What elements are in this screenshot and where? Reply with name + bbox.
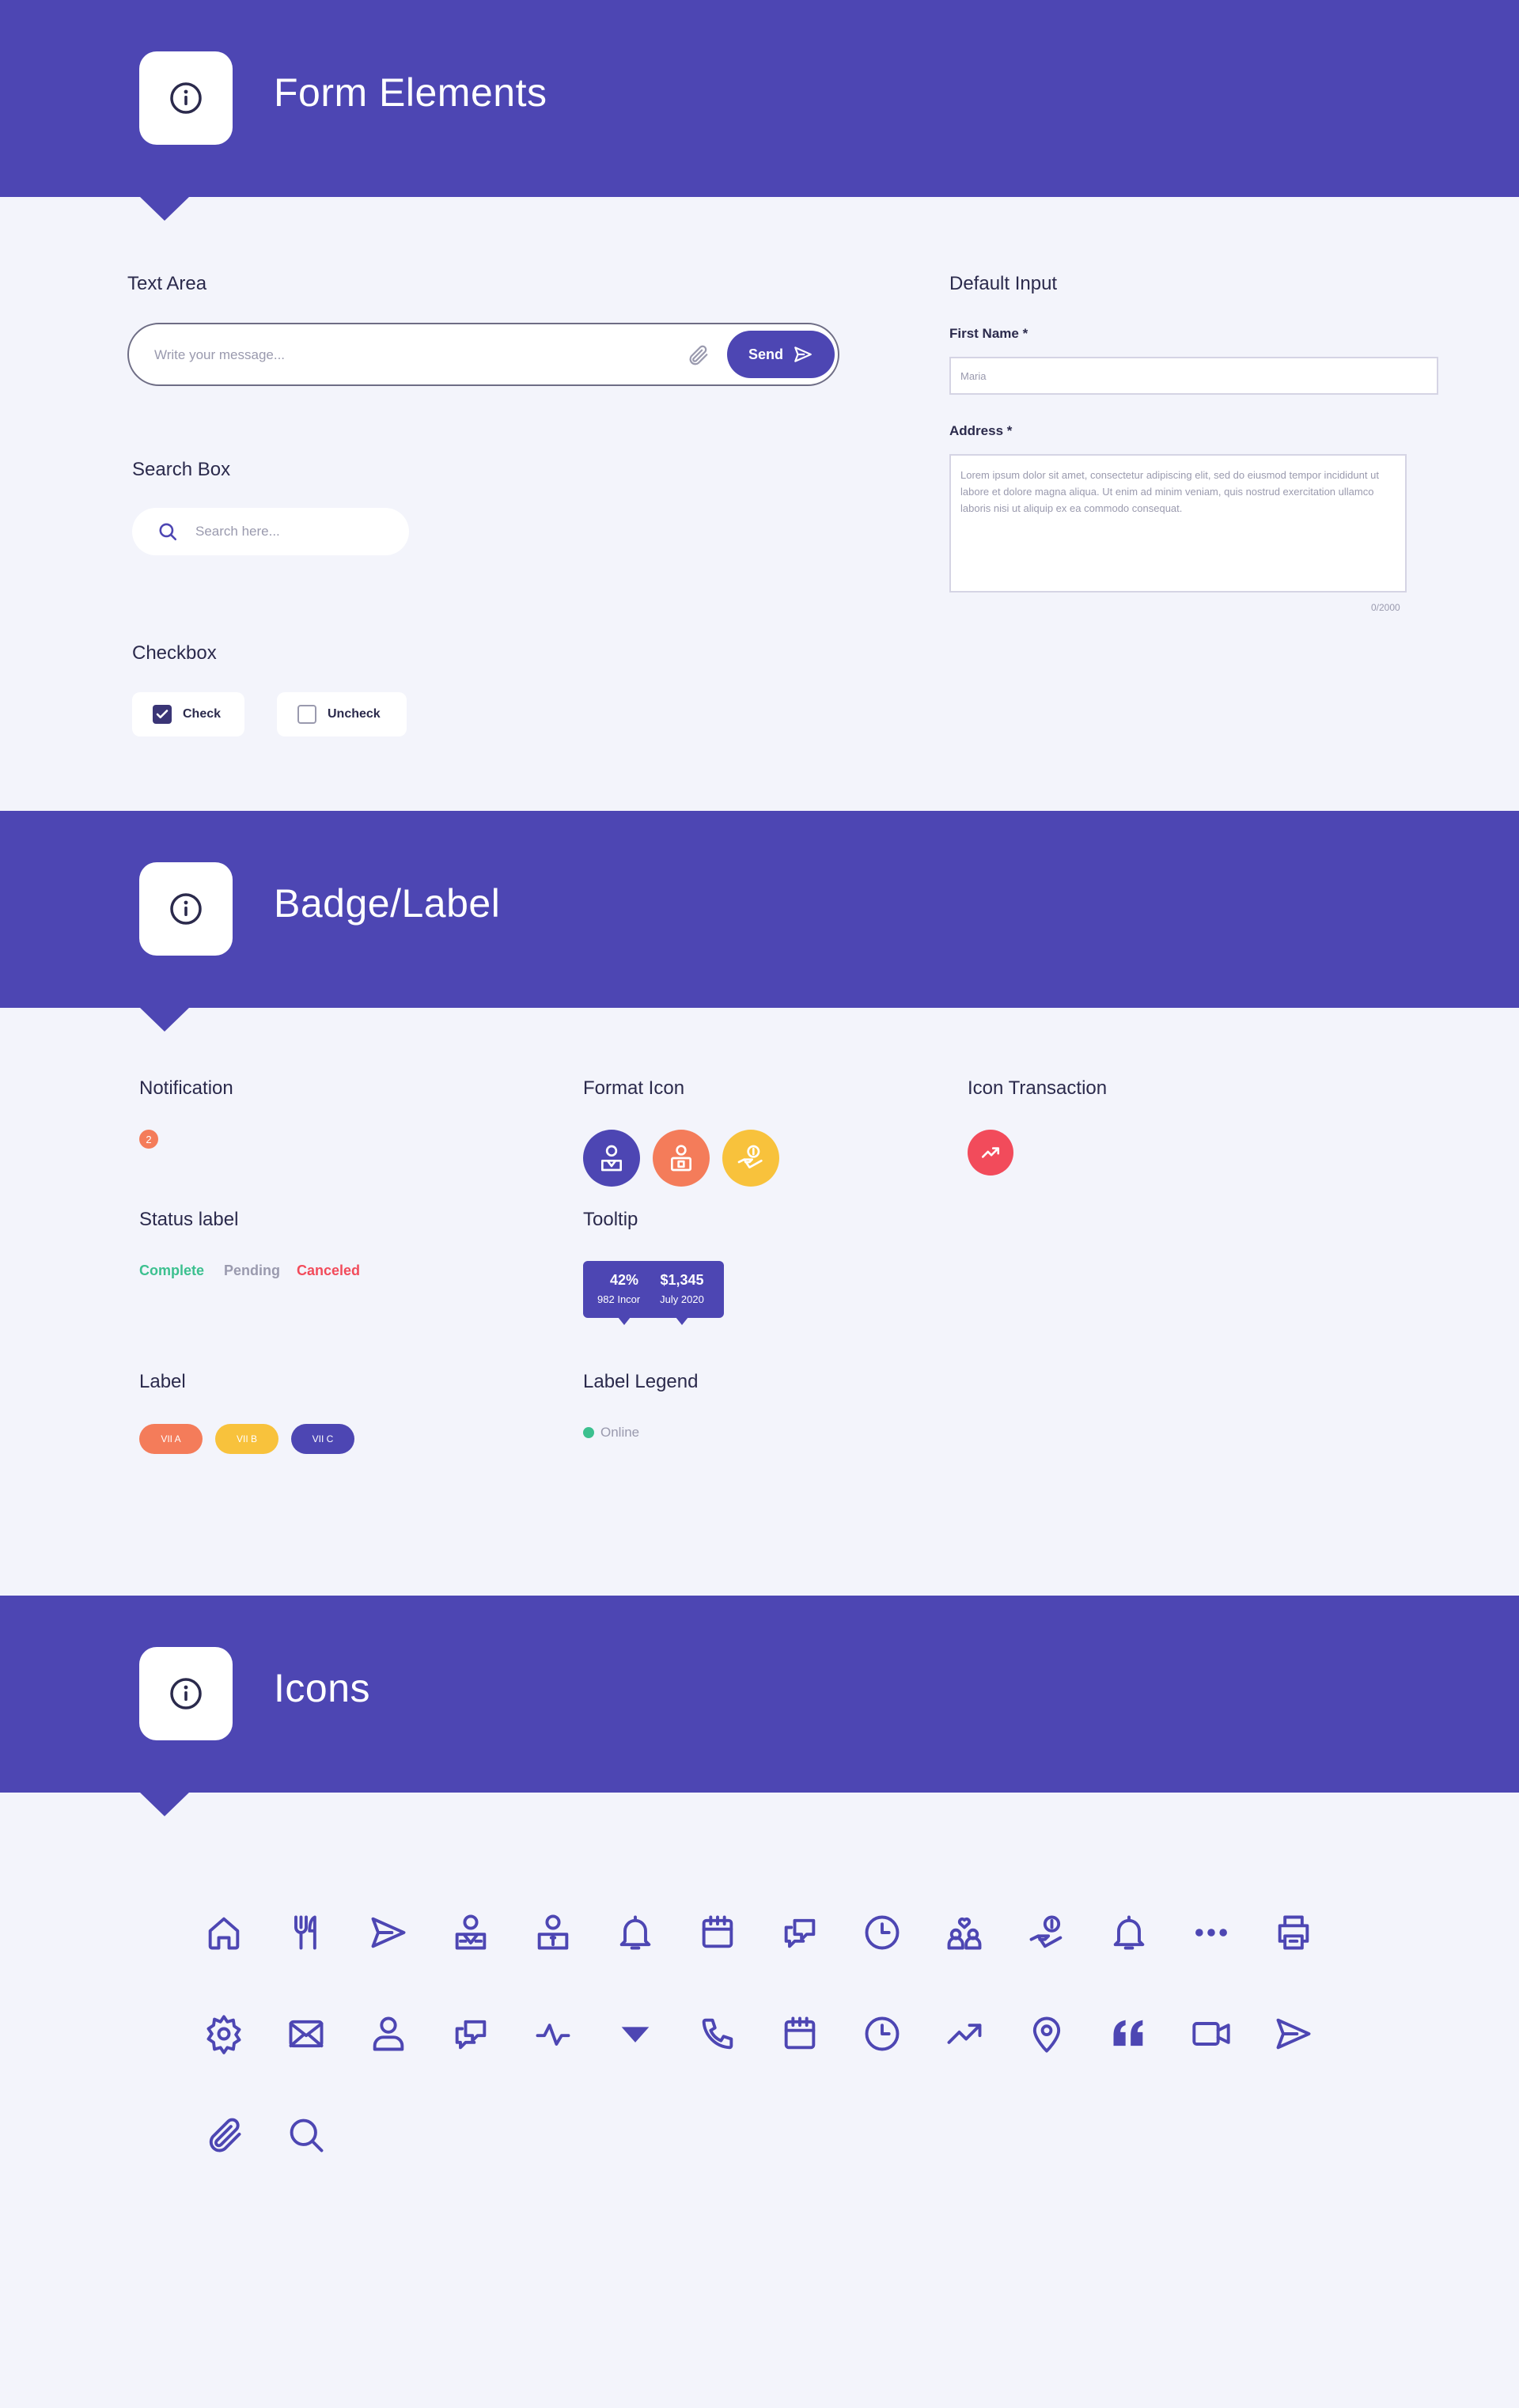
icons-banner: Icons <box>0 1596 1519 1816</box>
tooltip-amount: $1,345 July 2020 <box>640 1261 724 1325</box>
clock-icon <box>858 1909 906 1956</box>
chat-icon <box>776 1909 824 1956</box>
first-name-field[interactable]: Maria <box>949 357 1438 395</box>
search-input[interactable]: Search here... <box>132 508 409 555</box>
checkbox-checked[interactable]: Check <box>132 692 244 736</box>
caret-down-icon <box>612 2010 659 2058</box>
attach-icon[interactable] <box>686 343 710 371</box>
calendar-icon <box>694 1909 741 1956</box>
first-name-value: Maria <box>960 370 987 382</box>
section-title: Badge/Label <box>274 881 501 926</box>
label-legend-heading: Label Legend <box>583 1371 699 1392</box>
bell-icon <box>1105 1909 1153 1956</box>
checkbox-unchecked-label: Uncheck <box>328 707 381 721</box>
location-pin-icon <box>1023 2010 1070 2058</box>
banner-pointer <box>139 1792 190 1816</box>
search-icon <box>282 2111 330 2159</box>
manager-icon <box>529 1909 577 1956</box>
family-icon <box>941 1909 988 1956</box>
banner-pointer <box>139 1007 190 1032</box>
label-heading: Label <box>139 1371 186 1392</box>
status-complete: Complete <box>139 1263 205 1278</box>
checkbox-checked-label: Check <box>183 707 222 721</box>
mail-icon <box>282 2010 330 2058</box>
fork-icon <box>282 1909 330 1956</box>
checkbox-heading: Checkbox <box>132 642 217 664</box>
tooltip-value: $1,345 <box>660 1272 704 1288</box>
label-pill: VII C <box>291 1424 354 1454</box>
checkbox-unchecked[interactable]: Uncheck <box>277 692 407 736</box>
check-icon <box>156 710 169 719</box>
quote-icon <box>1105 2010 1153 2058</box>
info-icon <box>170 82 202 114</box>
trending-up-icon <box>941 2010 988 2058</box>
legend-online: Online <box>583 1425 639 1441</box>
home-icon <box>200 1909 248 1956</box>
user-card-icon <box>653 1130 710 1187</box>
message-input[interactable]: Write your message... Send <box>127 323 839 386</box>
status-canceled: Canceled <box>297 1263 361 1278</box>
first-name-label: First Name * <box>949 326 1028 341</box>
trending-up-icon <box>968 1130 1013 1176</box>
search-icon <box>157 521 178 546</box>
video-icon <box>1188 2010 1235 2058</box>
tooltip-sub: July 2020 <box>660 1293 704 1305</box>
user-icon <box>365 2010 412 2058</box>
send-icon <box>365 1909 412 1956</box>
send-button[interactable]: Send <box>727 331 835 378</box>
bell-icon <box>612 1909 659 1956</box>
text-area-heading: Text Area <box>127 273 207 294</box>
send-icon <box>794 346 812 362</box>
activity-icon <box>529 2010 577 2058</box>
format-icon-heading: Format Icon <box>583 1077 685 1099</box>
send-icon <box>1270 2010 1317 2058</box>
address-label: Address * <box>949 423 1013 438</box>
send-button-label: Send <box>748 346 783 362</box>
employee-icon <box>447 1909 494 1956</box>
label-pill: VII A <box>139 1424 203 1454</box>
search-box-heading: Search Box <box>132 459 231 480</box>
banner-pointer <box>139 196 190 221</box>
status-pending: Pending <box>224 1263 280 1278</box>
tooltip-heading: Tooltip <box>583 1209 638 1230</box>
search-placeholder: Search here... <box>195 524 280 539</box>
user-badge-icon <box>583 1130 640 1187</box>
phone-icon <box>694 2010 741 2058</box>
calendar-icon <box>776 2010 824 2058</box>
more-dots-icon <box>1188 1909 1235 1956</box>
checkbox-unchecked-box[interactable] <box>297 705 316 724</box>
char-counter: 0/2000 <box>1371 602 1400 613</box>
status-label-heading: Status label <box>139 1209 239 1230</box>
settings-icon <box>200 2010 248 2058</box>
section-logo-box <box>139 862 233 956</box>
form-elements-banner: Form Elements <box>0 0 1519 221</box>
section-title: Form Elements <box>274 70 547 115</box>
section-title: Icons <box>274 1666 371 1710</box>
label-pill: VII B <box>215 1424 278 1454</box>
section-logo-box <box>139 1647 233 1740</box>
default-input-heading: Default Input <box>949 273 1058 294</box>
section-logo-box <box>139 51 233 145</box>
chat-icon <box>447 2010 494 2058</box>
info-icon <box>170 1678 202 1709</box>
checkbox-checked-box[interactable] <box>153 705 172 724</box>
clock-icon <box>858 2010 906 2058</box>
payment-hand-icon <box>1023 1909 1070 1956</box>
dollar-hand-icon <box>722 1130 779 1187</box>
online-dot <box>583 1427 594 1438</box>
icon-transaction-heading: Icon Transaction <box>968 1077 1108 1099</box>
message-placeholder: Write your message... <box>154 347 286 362</box>
notification-heading: Notification <box>139 1077 233 1099</box>
printer-icon <box>1270 1909 1317 1956</box>
address-textarea[interactable]: Lorem ipsum dolor sit amet, consectetur … <box>949 454 1407 593</box>
notification-badge: 2 <box>139 1130 158 1149</box>
badge-label-banner: Badge/Label <box>0 811 1519 1032</box>
info-icon <box>170 893 202 925</box>
paperclip-icon <box>200 2111 248 2159</box>
legend-text: Online <box>600 1425 640 1440</box>
